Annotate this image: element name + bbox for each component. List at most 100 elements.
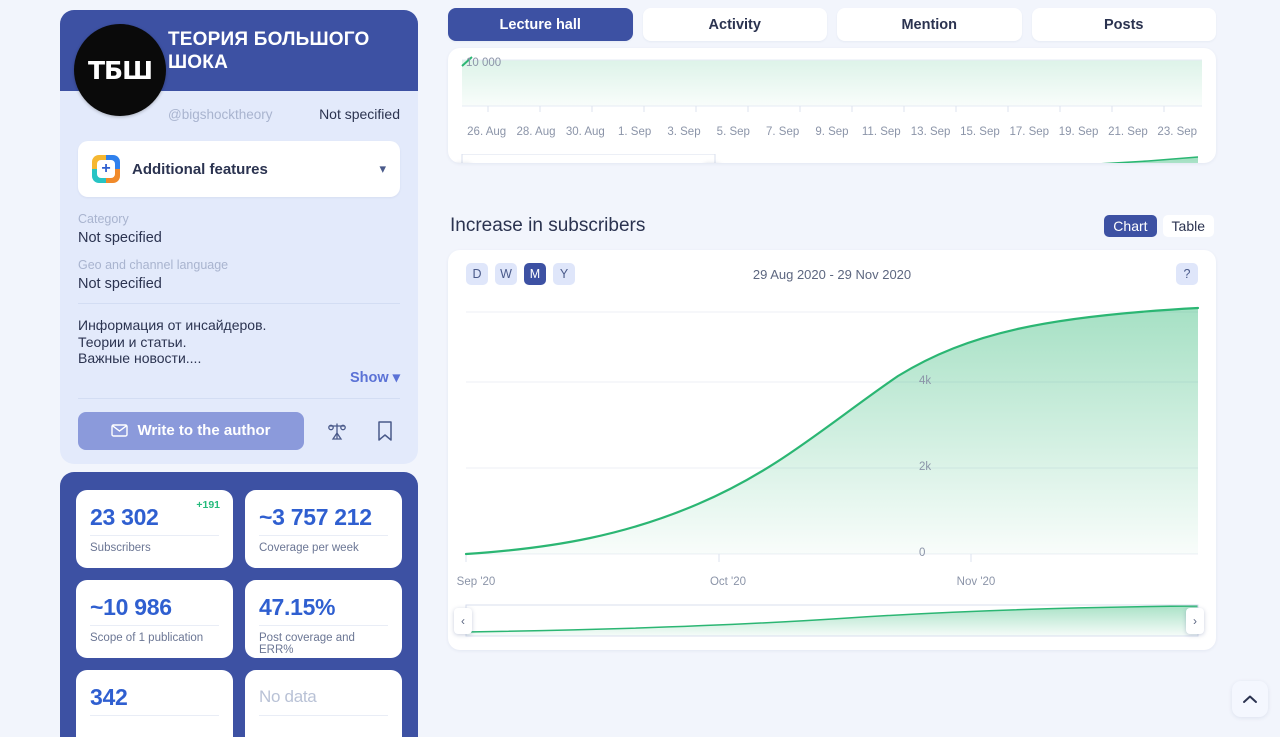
category-value: Not specified bbox=[78, 230, 162, 246]
x-tick: 11. Sep bbox=[861, 126, 901, 138]
show-more-row: Show ▾ bbox=[60, 367, 418, 387]
y-tick-0: 0 bbox=[919, 547, 926, 559]
lecture-hall-chart-card: 10 000 26. Aug 28. Aug 30. Aug 1. Sep 3.… bbox=[448, 48, 1216, 163]
chevron-down-icon: ▾ bbox=[379, 161, 386, 176]
x-tick: 13. Sep bbox=[910, 126, 951, 138]
stat-label: Coverage per week bbox=[259, 541, 359, 554]
main-content: Lecture hall Activity Mention Posts 10 0… bbox=[448, 8, 1216, 650]
subscribers-area-chart bbox=[464, 306, 1200, 562]
stat-card[interactable]: ~3 757 212 Coverage per week bbox=[245, 489, 402, 568]
avatar-text: ТБШ bbox=[88, 55, 153, 85]
x-tick-oct: Oct '20 bbox=[709, 576, 747, 588]
stat-divider bbox=[259, 624, 388, 626]
range-button-week[interactable]: W bbox=[495, 263, 517, 285]
description-line-1: Информация от инсайдеров. bbox=[78, 317, 267, 333]
view-toggle-group: Chart Table bbox=[1104, 215, 1214, 237]
view-toggle-chart[interactable]: Chart bbox=[1104, 215, 1157, 237]
x-tick: 3. Sep bbox=[667, 126, 701, 138]
top-chart-plot bbox=[461, 56, 1202, 112]
compare-button[interactable] bbox=[322, 414, 352, 448]
header-status: Not specified bbox=[319, 106, 400, 122]
subscribers-navigator[interactable]: ‹ › bbox=[448, 604, 1216, 638]
stat-card[interactable]: 47.15% Post coverage and ERR% bbox=[245, 579, 402, 658]
stat-divider bbox=[90, 714, 219, 716]
x-tick: 7. Sep bbox=[766, 126, 800, 138]
x-tick: 30. Aug bbox=[565, 126, 605, 138]
stat-card[interactable]: ~10 986 Scope of 1 publication bbox=[76, 579, 233, 658]
scroll-to-top-button[interactable] bbox=[1232, 681, 1268, 717]
stat-value: ~3 757 212 bbox=[259, 503, 372, 530]
x-tick: 23. Sep bbox=[1157, 126, 1198, 138]
range-button-year[interactable]: Y bbox=[553, 263, 575, 285]
stat-value: ~10 986 bbox=[90, 593, 172, 620]
range-button-group: D W M Y bbox=[466, 263, 575, 285]
stat-card[interactable]: 342 bbox=[76, 669, 233, 737]
x-tick: 21. Sep bbox=[1108, 126, 1148, 138]
stat-card[interactable]: No data bbox=[245, 669, 402, 737]
page-title: ТЕОРИЯ БОЛЬШОГО ШОКА bbox=[168, 28, 370, 73]
help-button[interactable]: ? bbox=[1176, 263, 1198, 285]
tab-mention[interactable]: Mention bbox=[837, 8, 1022, 41]
x-tick: 15. Sep bbox=[960, 126, 1000, 138]
stat-divider bbox=[259, 534, 388, 536]
x-tick: 9. Sep bbox=[815, 126, 849, 138]
y-tick-4k: 4k bbox=[919, 375, 932, 387]
additional-features-label: Additional features bbox=[132, 160, 268, 178]
plus-grid-icon: + bbox=[92, 155, 120, 183]
stats-panel: +191 23 302 Subscribers ~3 757 212 Cover… bbox=[60, 471, 418, 737]
navigator-handle-right[interactable]: › bbox=[1186, 608, 1204, 634]
stat-value: 342 bbox=[90, 683, 128, 710]
app-root: ТБШ ТЕОРИЯ БОЛЬШОГО ШОКА @bigshocktheory… bbox=[0, 0, 1280, 737]
tab-lecture-hall[interactable]: Lecture hall bbox=[448, 8, 633, 41]
stat-delta: +191 bbox=[196, 498, 220, 511]
stat-value: 47.15% bbox=[259, 593, 336, 620]
x-tick-nov: Nov '20 bbox=[956, 576, 996, 588]
geo-value: Not specified bbox=[78, 276, 162, 292]
top-navigator-plot bbox=[461, 154, 1199, 163]
x-tick: 28. Aug bbox=[516, 126, 556, 138]
chart-x-axis: Sep '20 Oct '20 Nov '20 bbox=[448, 576, 1216, 592]
stat-card[interactable]: +191 23 302 Subscribers bbox=[76, 489, 233, 568]
navigator-handle-left[interactable]: ‹ bbox=[454, 608, 472, 634]
stat-label: Subscribers bbox=[90, 541, 151, 554]
description-line-2: Теории и статьи. bbox=[78, 333, 187, 350]
navigator-plot bbox=[465, 604, 1199, 637]
mail-icon bbox=[111, 424, 129, 437]
action-row: Write to the author bbox=[60, 399, 418, 450]
top-chart-x-axis: 26. Aug 28. Aug 30. Aug 1. Sep 3. Sep 5.… bbox=[448, 126, 1216, 138]
bookmark-button[interactable] bbox=[370, 414, 400, 448]
avatar: ТБШ bbox=[74, 24, 166, 116]
view-toggle-table[interactable]: Table bbox=[1162, 215, 1214, 237]
chart-plot-area: 4k 2k 0 Sep '20 Oct '20 Nov '20 bbox=[448, 298, 1216, 588]
channel-description: Информация от инсайдеров. Теории и стать… bbox=[60, 304, 418, 367]
x-tick: 26. Aug bbox=[467, 126, 507, 138]
tab-posts[interactable]: Posts bbox=[1031, 8, 1216, 41]
geo-label: Geo and channel language bbox=[78, 258, 229, 272]
description-line-3: Важные новости.... bbox=[78, 350, 202, 366]
top-chart-y-label: 10 000 bbox=[466, 57, 502, 69]
category-label: Category bbox=[78, 212, 129, 226]
show-more-label: Show bbox=[350, 369, 389, 386]
stat-label: Post coverage and ERR% bbox=[259, 631, 355, 656]
stat-divider bbox=[90, 624, 219, 626]
additional-features-button[interactable]: + Additional features ▾ bbox=[78, 141, 400, 197]
x-tick: 17. Sep bbox=[1009, 126, 1050, 138]
show-more-link[interactable]: Show ▾ bbox=[350, 370, 400, 386]
section-header: Increase in subscribers Chart Table bbox=[448, 215, 1216, 237]
range-button-month[interactable]: M bbox=[524, 263, 546, 285]
write-to-author-button[interactable]: Write to the author bbox=[78, 411, 304, 450]
range-button-day[interactable]: D bbox=[466, 263, 488, 285]
stat-divider bbox=[90, 534, 219, 536]
stat-value: No data bbox=[259, 686, 317, 706]
section-title: Increase in subscribers bbox=[450, 215, 646, 236]
x-tick: 19. Sep bbox=[1058, 126, 1099, 138]
write-to-author-label: Write to the author bbox=[137, 422, 271, 439]
x-tick-sep: Sep '20 bbox=[456, 576, 496, 588]
profile-card: ТБШ ТЕОРИЯ БОЛЬШОГО ШОКА @bigshocktheory… bbox=[60, 10, 418, 464]
chart-toolbar: D W M Y 29 Aug 2020 - 29 Nov 2020 ? bbox=[448, 250, 1216, 298]
top-chart-navigator[interactable]: ‹ › bbox=[448, 154, 1216, 163]
sidebar: ТБШ ТЕОРИЯ БОЛЬШОГО ШОКА @bigshocktheory… bbox=[60, 10, 418, 737]
chevron-up-icon bbox=[1243, 695, 1257, 703]
bookmark-icon bbox=[378, 420, 392, 441]
tab-activity[interactable]: Activity bbox=[642, 8, 827, 41]
